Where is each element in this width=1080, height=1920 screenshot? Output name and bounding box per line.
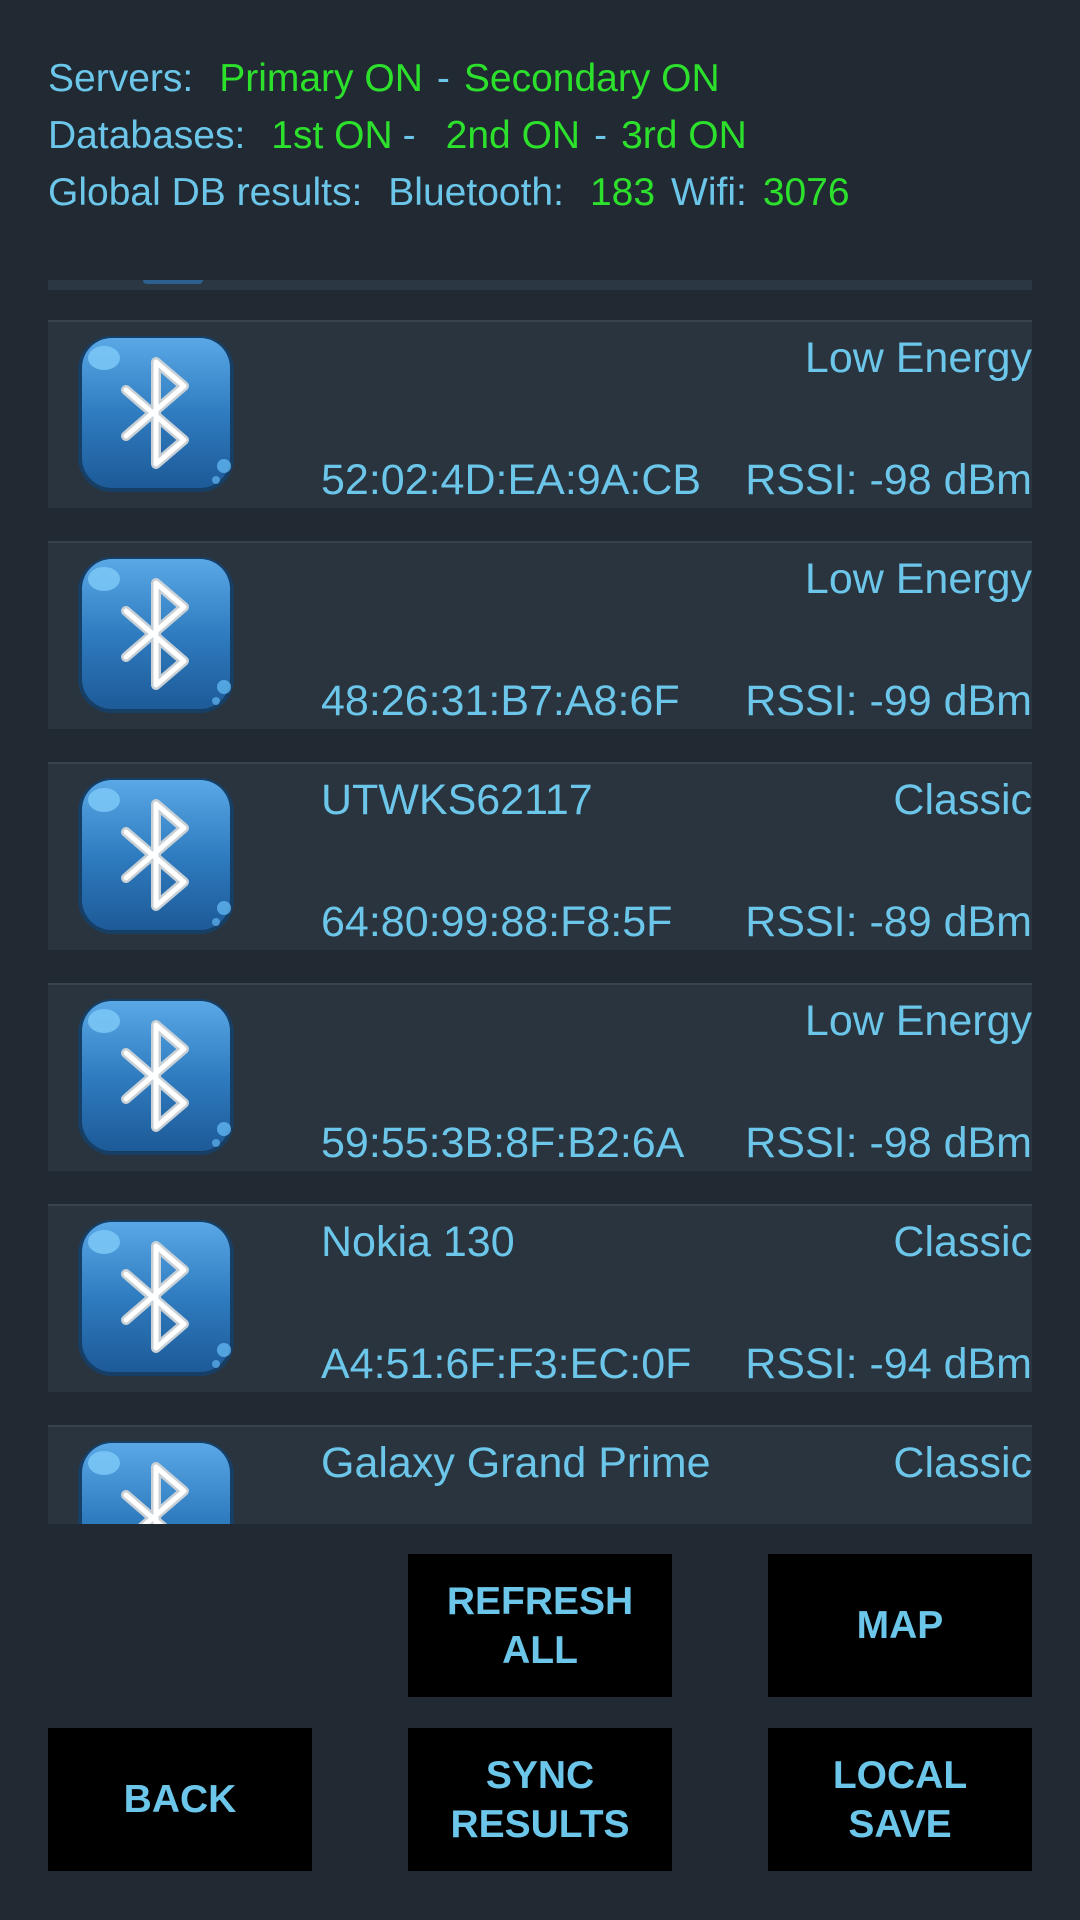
device-name: Galaxy Grand Prime xyxy=(321,1439,711,1487)
servers-separator: - xyxy=(436,57,450,100)
device-mac: 52:02:4D:EA:9A:CB xyxy=(321,456,702,504)
device-type: Classic xyxy=(893,1439,1032,1487)
wifi-count: 3076 xyxy=(762,171,850,214)
db-separator-2: - xyxy=(594,114,608,157)
device-rssi: RSSI: -99 dBm xyxy=(745,677,1032,725)
db1-status: 1st ON xyxy=(271,114,393,157)
device-type: Low Energy xyxy=(804,334,1032,382)
bluetooth-icon xyxy=(74,1216,238,1380)
device-mac: 64:80:99:88:F8:5F xyxy=(321,898,673,946)
back-button[interactable]: BACK xyxy=(48,1728,312,1871)
db3-status: 3rd ON xyxy=(621,114,747,157)
local-save-button[interactable]: LOCAL SAVE xyxy=(768,1728,1032,1871)
device-rssi: RSSI: -98 dBm xyxy=(745,456,1032,504)
device-mac: 59:55:3B:8F:B2:6A xyxy=(321,1119,685,1167)
device-type: Classic xyxy=(893,1218,1032,1266)
list-item[interactable]: Galaxy Grand Prime Classic xyxy=(48,1425,1032,1524)
device-name: Nokia 130 xyxy=(321,1218,515,1266)
databases-row: Databases: 1st ON -2nd ON -3rd ON xyxy=(48,107,1048,164)
refresh-all-button[interactable]: REFRESH ALL xyxy=(408,1554,672,1697)
sync-results-button[interactable]: SYNC RESULTS xyxy=(408,1728,672,1871)
bluetooth-icon xyxy=(74,995,238,1159)
device-mac: A4:51:6F:F3:EC:0F xyxy=(321,1340,692,1388)
primary-server-status: Primary ON xyxy=(219,57,423,100)
list-item[interactable]: UTWKS62117 Classic 64:80:99:88:F8:5F RSSI: … xyxy=(48,762,1032,950)
device-rssi: RSSI: -89 dBm xyxy=(745,898,1032,946)
list-item[interactable]: Low Energy 52:02:4D:EA:9A:CB RSSI: -98 dBm xyxy=(48,320,1032,508)
device-name: UTWKS62117 xyxy=(321,776,593,824)
databases-label: Databases: xyxy=(48,114,246,157)
servers-label: Servers: xyxy=(48,57,194,100)
bluetooth-icon xyxy=(74,774,238,938)
wifi-label: Wifi: xyxy=(671,171,747,214)
bluetooth-icon xyxy=(74,1437,238,1524)
partial-list-item xyxy=(48,280,1032,290)
bluetooth-count: 183 xyxy=(589,171,656,214)
device-type: Classic xyxy=(893,776,1032,824)
device-rssi: RSSI: -98 dBm xyxy=(745,1119,1032,1167)
global-results-label: Global DB results: xyxy=(48,171,363,214)
bluetooth-icon xyxy=(74,553,238,717)
db-separator-1: - xyxy=(402,114,416,157)
device-list[interactable]: Low Energy 52:02:4D:EA:9A:CB RSSI: -98 dBm… xyxy=(48,280,1032,1524)
device-mac: 48:26:31:B7:A8:6F xyxy=(321,677,680,725)
list-item[interactable]: Nokia 130 Classic A4:51:6F:F3:EC:0F RSSI: -… xyxy=(48,1204,1032,1392)
list-item[interactable]: Low Energy 48:26:31:B7:A8:6F RSSI: -99 dBm xyxy=(48,541,1032,729)
servers-row: Servers: Primary ON - Secondary ON xyxy=(48,50,1048,107)
secondary-server-status: Secondary ON xyxy=(463,57,720,100)
map-button[interactable]: MAP xyxy=(768,1554,1032,1697)
device-rssi: RSSI: -94 dBm xyxy=(745,1340,1032,1388)
status-panel: Servers: Primary ON - Secondary ON Database… xyxy=(48,50,1048,221)
db2-status: 2nd ON xyxy=(445,114,581,157)
bluetooth-label: Bluetooth: xyxy=(388,171,564,214)
list-item[interactable]: Low Energy 59:55:3B:8F:B2:6A RSSI: -98 dBm xyxy=(48,983,1032,1171)
bluetooth-icon xyxy=(74,332,238,496)
global-results-row: Global DB results: Bluetooth: 183 Wifi: 3076 xyxy=(48,164,1048,221)
device-type: Low Energy xyxy=(804,997,1032,1045)
device-type: Low Energy xyxy=(804,555,1032,603)
